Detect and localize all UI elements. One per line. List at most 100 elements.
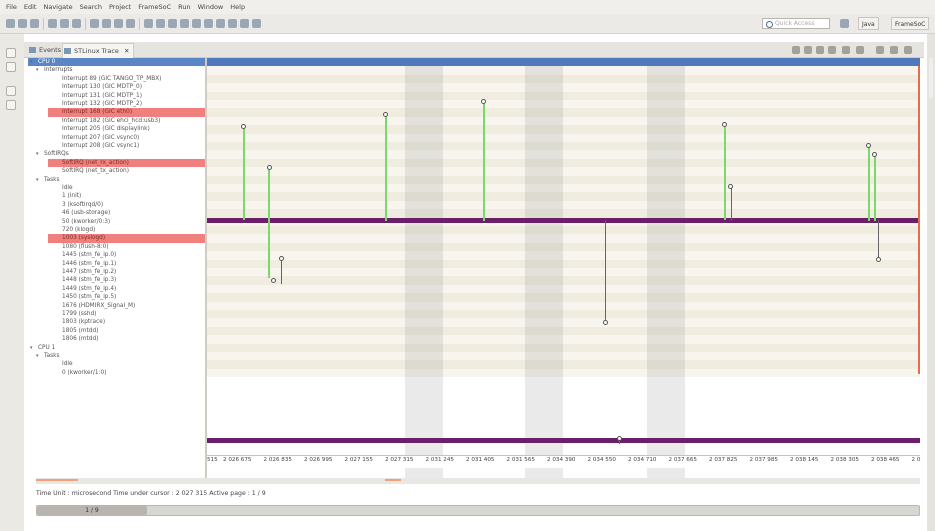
- timeline-lane[interactable]: [207, 226, 920, 235]
- tree-row[interactable]: 3 (ksoftirqd/0): [28, 201, 205, 209]
- expand-toggle-icon[interactable]: ▾: [36, 352, 39, 360]
- event-link[interactable]: [731, 186, 732, 221]
- event-link[interactable]: [385, 116, 387, 221]
- tree-row[interactable]: 1446 (stm_fe_ip.1): [28, 260, 205, 268]
- timeline-lane[interactable]: [207, 335, 920, 344]
- tree-row[interactable]: 1450 (stm_fe_ip.5): [28, 293, 205, 301]
- open-perspective-icon[interactable]: [840, 19, 849, 28]
- tree-row[interactable]: ▾ Interrupts: [28, 66, 205, 74]
- export-icon[interactable]: [252, 19, 261, 28]
- tree-row[interactable]: 1448 (stm_fe_ip.3): [28, 276, 205, 284]
- tree-row[interactable]: 1799 (sshd): [28, 310, 205, 318]
- timeline-lane[interactable]: [207, 318, 920, 327]
- select-next-event-icon[interactable]: [804, 46, 812, 54]
- timeline-lane[interactable]: [207, 343, 920, 352]
- timeline-lane[interactable]: [207, 293, 920, 302]
- event-link[interactable]: [878, 220, 879, 262]
- expand-toggle-icon[interactable]: ▾: [36, 176, 39, 184]
- tree-row[interactable]: 1805 (mtdd): [28, 327, 205, 335]
- event-marker[interactable]: [241, 124, 246, 129]
- menu-run[interactable]: Run: [178, 3, 190, 11]
- reset-scale-icon[interactable]: [792, 46, 800, 54]
- external-tools-icon[interactable]: [72, 19, 81, 28]
- tree-row[interactable]: Interrupt 205 (GIC displaylink): [28, 125, 205, 133]
- menu-search[interactable]: Search: [80, 3, 102, 11]
- tree-row[interactable]: 46 (usb-storage): [28, 209, 205, 217]
- quick-access-input[interactable]: Quick Access: [762, 18, 830, 29]
- event-marker[interactable]: [267, 165, 272, 170]
- gantt-chart[interactable]: [207, 58, 920, 478]
- new-package-icon[interactable]: [102, 19, 111, 28]
- expand-toggle-icon[interactable]: ▾: [30, 58, 33, 66]
- timeline-lane[interactable]: [207, 175, 920, 184]
- tree-row[interactable]: Idle: [28, 360, 205, 368]
- tree-row[interactable]: SoftIRQ (net_rx_action): [28, 158, 205, 168]
- tree-row[interactable]: 720 (klogd): [28, 226, 205, 234]
- tree-row[interactable]: 1080 (flush-8:0): [28, 243, 205, 251]
- tree-row[interactable]: 1806 (mtdd): [28, 335, 205, 343]
- tree-row[interactable]: ▾ SoftIRQs: [28, 150, 205, 158]
- idle-state-bar[interactable]: [207, 218, 920, 223]
- view-menu-icon[interactable]: [890, 46, 898, 54]
- event-marker[interactable]: [383, 112, 388, 117]
- event-marker[interactable]: [603, 320, 608, 325]
- menu-window[interactable]: Window: [198, 3, 224, 11]
- tree-row[interactable]: 1676 (HDMIRX_Signal_M): [28, 302, 205, 310]
- timeline-lane[interactable]: [207, 234, 920, 243]
- timeline-lane[interactable]: [207, 116, 920, 126]
- page-slider-thumb[interactable]: 1 / 9: [37, 506, 147, 515]
- event-link[interactable]: [874, 156, 876, 221]
- timeline-lane[interactable]: [207, 83, 920, 92]
- event-link[interactable]: [281, 258, 282, 284]
- timeline-lane[interactable]: [207, 276, 920, 285]
- minimize-icon[interactable]: [876, 46, 884, 54]
- tree-row[interactable]: Interrupt 208 (GIC vsync1): [28, 142, 205, 150]
- filter-icon[interactable]: [842, 46, 850, 54]
- debug-icon[interactable]: [48, 19, 57, 28]
- timeline-lane[interactable]: [207, 242, 920, 252]
- idle-state-bar-cpu1[interactable]: [207, 438, 920, 443]
- expand-toggle-icon[interactable]: ▾: [36, 150, 39, 158]
- page-slider[interactable]: 1 / 9: [36, 505, 920, 516]
- timeline-lane[interactable]: [207, 326, 920, 336]
- tree-row[interactable]: ▾ CPU 1: [28, 344, 205, 352]
- search-icon[interactable]: [144, 19, 153, 28]
- tree-row[interactable]: 1003 (syslogd): [28, 234, 205, 243]
- timeline-lane[interactable]: [207, 284, 920, 294]
- timeline-lane[interactable]: [207, 368, 920, 378]
- timeline-lane[interactable]: [207, 74, 920, 84]
- tree-row[interactable]: Idle: [28, 184, 205, 192]
- timeline-lane[interactable]: [207, 301, 920, 310]
- event-link[interactable]: [483, 103, 485, 221]
- prev-annotation-icon[interactable]: [180, 19, 189, 28]
- next-annotation-icon[interactable]: [168, 19, 177, 28]
- tree-row[interactable]: 1449 (stm_fe_ip.4): [28, 285, 205, 293]
- tree-row[interactable]: Interrupt 130 (GIC MDTP_0): [28, 83, 205, 91]
- event-link[interactable]: [243, 128, 245, 220]
- tree-row[interactable]: Interrupt 207 (GIC vsync0): [28, 134, 205, 142]
- timeline-lane[interactable]: [207, 360, 920, 369]
- event-marker[interactable]: [271, 278, 276, 283]
- legend-icon[interactable]: [856, 46, 864, 54]
- print-icon[interactable]: [30, 19, 39, 28]
- timeline-lane[interactable]: [207, 158, 920, 168]
- maximize-icon[interactable]: [904, 46, 912, 54]
- event-marker[interactable]: [876, 257, 881, 262]
- tree-row[interactable]: Interrupt 168 (GIC eth0): [28, 108, 205, 117]
- tab-events[interactable]: Events: [28, 43, 61, 57]
- expand-toggle-icon[interactable]: ▾: [30, 344, 33, 352]
- tree-row[interactable]: Interrupt 89 (GIC TANGO_TP_MBX): [28, 75, 205, 83]
- timeline-lane[interactable]: [207, 91, 920, 100]
- frame-icon[interactable]: [228, 19, 237, 28]
- open-type-icon[interactable]: [126, 19, 135, 28]
- timeline-lane[interactable]: [207, 352, 920, 361]
- menu-navigate[interactable]: Navigate: [43, 3, 72, 11]
- timeline-lane[interactable]: [207, 108, 920, 117]
- timeline-lane[interactable]: [207, 192, 920, 201]
- perspective-java[interactable]: Java: [858, 17, 879, 30]
- event-link[interactable]: [268, 168, 270, 278]
- filter-icon[interactable]: [240, 19, 249, 28]
- back-icon[interactable]: [192, 19, 201, 28]
- run-icon[interactable]: [60, 19, 69, 28]
- tree-row[interactable]: 0 (kworker/1:0): [28, 369, 205, 377]
